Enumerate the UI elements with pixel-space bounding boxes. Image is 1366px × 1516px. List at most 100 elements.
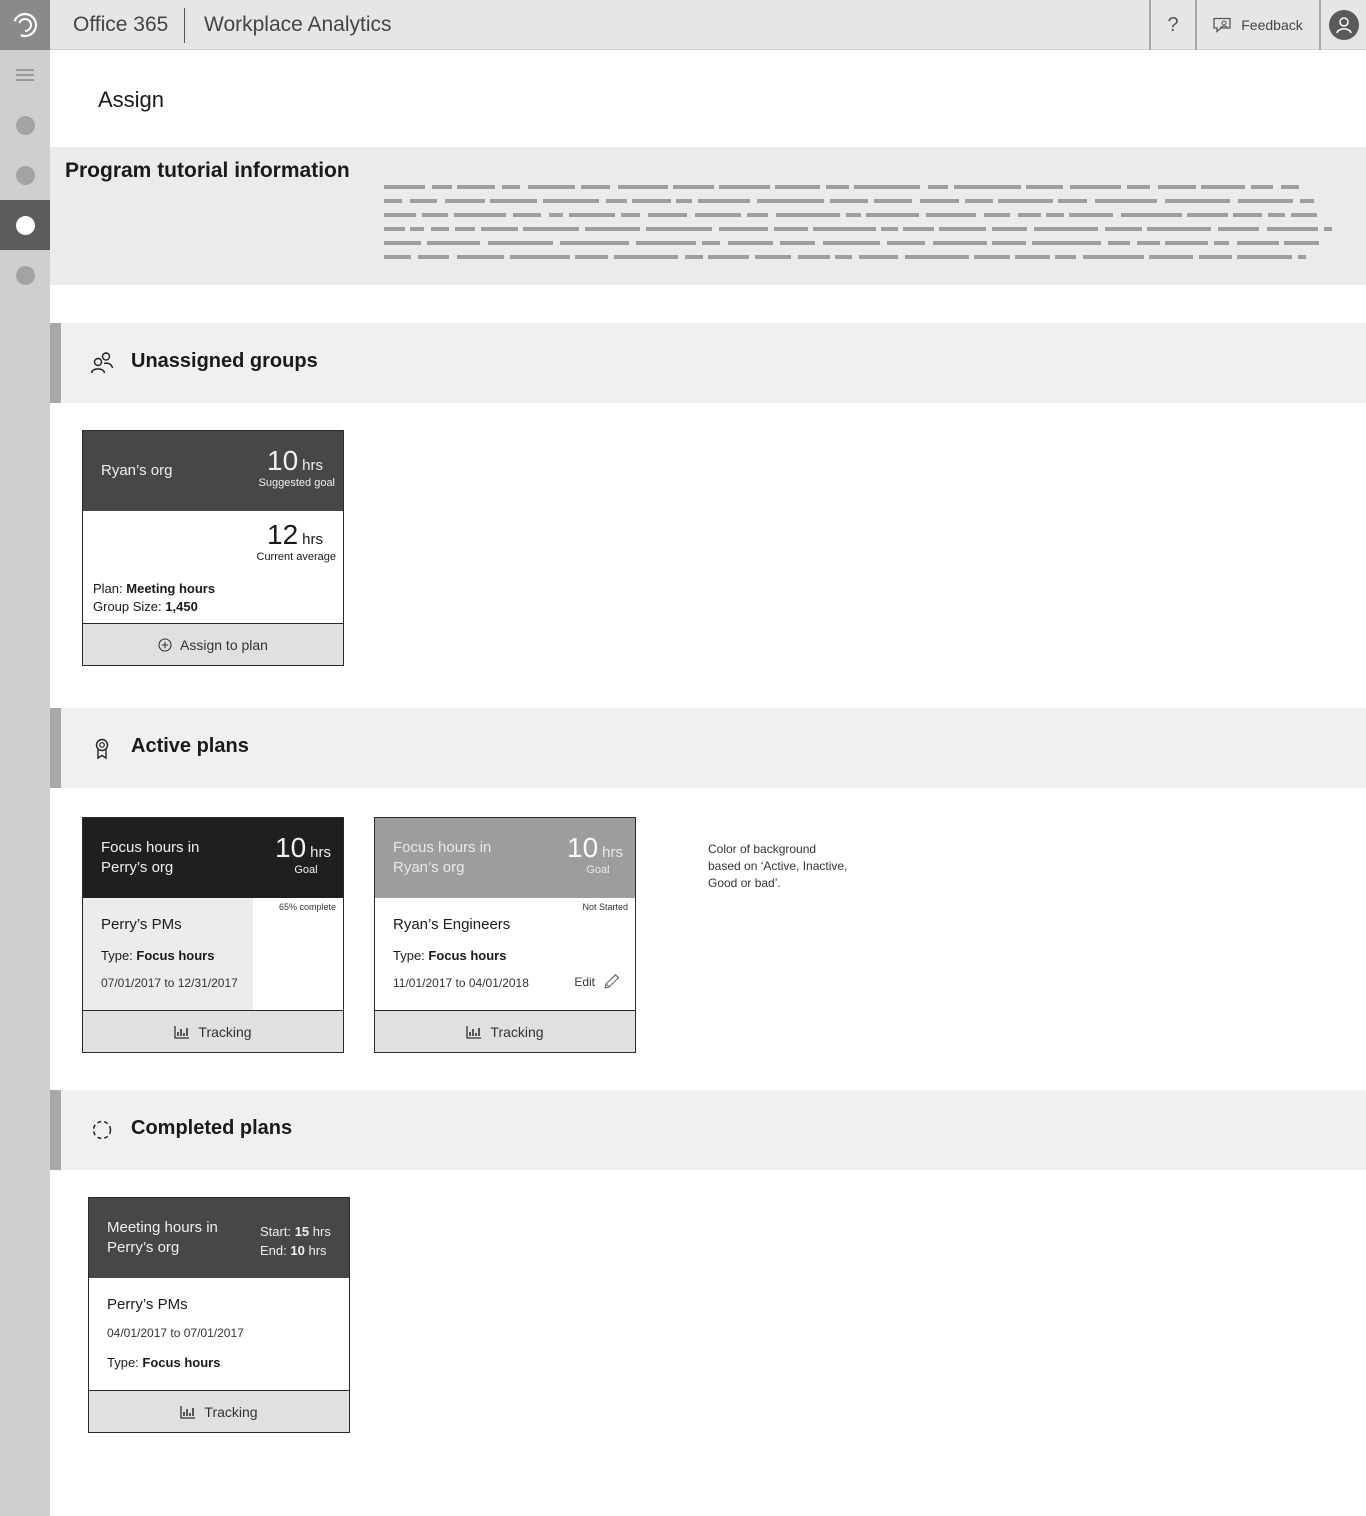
nav-item-4[interactable] <box>0 250 50 300</box>
section-title: Active plans <box>131 735 249 757</box>
placeholder-word <box>1201 185 1245 189</box>
goal-metric: 10 hrs Goal <box>275 832 331 876</box>
placeholder-word <box>1237 241 1279 245</box>
placeholder-word <box>455 227 475 231</box>
placeholder-word <box>1267 227 1318 231</box>
placeholder-word <box>457 185 495 189</box>
hamburger-menu-button[interactable] <box>0 50 50 100</box>
refresh-dashed-icon <box>92 1120 112 1140</box>
placeholder-word <box>695 213 741 217</box>
card-header: Meeting hours in Perry’s org Start: 15 h… <box>89 1198 349 1278</box>
placeholder-word <box>1026 185 1063 189</box>
plan-label: Plan: <box>93 581 123 596</box>
help-button[interactable]: ? <box>1152 0 1194 50</box>
pencil-icon <box>604 974 620 989</box>
placeholder-word <box>490 199 537 203</box>
completed-plan-card[interactable]: Meeting hours in Perry’s org Start: 15 h… <box>88 1197 350 1433</box>
placeholder-word <box>774 227 808 231</box>
design-annotation-note: Color of background based on ‘Active, In… <box>708 841 878 892</box>
placeholder-text-line <box>384 183 1334 197</box>
tracking-button[interactable]: Tracking <box>83 1010 343 1052</box>
placeholder-word <box>933 241 987 245</box>
start-end-metrics: Start: 15 hrs End: 10 hrs <box>260 1222 331 1260</box>
plan-line: Plan: Meeting hours <box>93 581 215 596</box>
feedback-button[interactable]: Feedback <box>1198 0 1318 50</box>
end-label: End: <box>260 1243 287 1258</box>
card-header: Ryan’s org 10 hrs Suggested goal <box>83 431 343 511</box>
group-name: Perry’s PMs <box>107 1296 188 1313</box>
placeholder-text-line <box>384 211 1334 225</box>
group-name: Ryan’s Engineers <box>393 916 511 933</box>
placeholder-word <box>881 227 898 231</box>
status-label: Not Started <box>582 902 628 912</box>
group-size-line: Group Size: 1,450 <box>93 599 198 614</box>
nav-item-3-active[interactable] <box>0 200 50 250</box>
placeholder-word <box>621 213 640 217</box>
unassigned-group-card[interactable]: Ryan’s org 10 hrs Suggested goal 12 hrs Cu… <box>82 430 344 666</box>
app-name[interactable]: Office 365 <box>73 13 168 37</box>
placeholder-word <box>1284 241 1319 245</box>
placeholder-word <box>513 213 541 217</box>
edit-button[interactable]: Edit <box>574 974 621 990</box>
tracking-button[interactable]: Tracking <box>375 1010 635 1052</box>
nav-dot-icon <box>15 165 35 185</box>
placeholder-word <box>457 255 504 259</box>
placeholder-word <box>728 241 773 245</box>
placeholder-word <box>1158 185 1196 189</box>
placeholder-word <box>1018 213 1041 217</box>
placeholder-word <box>1187 213 1228 217</box>
card-body: Perry’s PMs 04/01/2017 to 07/01/2017 Typ… <box>89 1278 349 1390</box>
note-line: Good or bad’. <box>708 876 781 890</box>
placeholder-word <box>859 255 898 259</box>
section-title: Unassigned groups <box>131 350 318 372</box>
goal-value: 10 <box>267 445 299 476</box>
placeholder-word <box>992 241 1026 245</box>
placeholder-word <box>528 185 575 189</box>
plan-value: Meeting hours <box>126 581 216 596</box>
tracking-button[interactable]: Tracking <box>89 1390 349 1432</box>
feedback-label: Feedback <box>1241 17 1303 33</box>
assign-to-plan-button[interactable]: Assign to plan <box>83 623 343 665</box>
placeholder-word <box>1268 213 1285 217</box>
placeholder-word <box>1055 255 1076 259</box>
goal-unit: hrs <box>602 844 623 861</box>
placeholder-word <box>780 241 815 245</box>
active-plan-card[interactable]: Focus hours in Perry’s org 10 hrs Goal 65… <box>82 817 344 1053</box>
active-plan-card[interactable]: Focus hours in Ryan’s org 10 hrs Goal Not… <box>374 817 636 1053</box>
placeholder-word <box>384 213 416 217</box>
avg-caption: Current average <box>256 551 337 563</box>
type-label: Type: <box>101 948 133 963</box>
chart-icon <box>174 1025 190 1039</box>
placeholder-word <box>992 227 1027 231</box>
placeholder-word <box>618 185 668 189</box>
placeholder-word <box>926 213 976 217</box>
placeholder-word <box>698 199 750 203</box>
placeholder-word <box>673 185 714 189</box>
nav-item-1[interactable] <box>0 100 50 150</box>
app-launcher-button[interactable] <box>0 0 50 50</box>
placeholder-word <box>854 185 920 189</box>
placeholder-word <box>823 241 880 245</box>
placeholder-word <box>685 255 703 259</box>
placeholder-word <box>614 255 678 259</box>
placeholder-word <box>1108 241 1130 245</box>
placeholder-word <box>510 255 570 259</box>
placeholder-word <box>488 241 553 245</box>
placeholder-word <box>432 185 452 189</box>
placeholder-word <box>384 185 425 189</box>
goal-caption: Goal <box>586 864 610 876</box>
product-name: Workplace Analytics <box>204 13 392 36</box>
placeholder-word <box>826 185 849 189</box>
card-title-line1: Meeting hours in <box>107 1219 218 1236</box>
placeholder-word <box>1149 255 1193 259</box>
type-line: Type: Focus hours <box>393 948 506 963</box>
card-title-line2: Perry’s org <box>101 859 174 876</box>
placeholder-word <box>1214 241 1229 245</box>
card-title-line2: Perry’s org <box>107 1239 180 1256</box>
nav-item-2[interactable] <box>0 150 50 200</box>
placeholder-word <box>1127 185 1150 189</box>
placeholder-word <box>903 227 934 231</box>
user-avatar-button[interactable] <box>1322 0 1366 50</box>
tracking-label: Tracking <box>198 1023 252 1040</box>
tracking-label: Tracking <box>204 1403 258 1420</box>
